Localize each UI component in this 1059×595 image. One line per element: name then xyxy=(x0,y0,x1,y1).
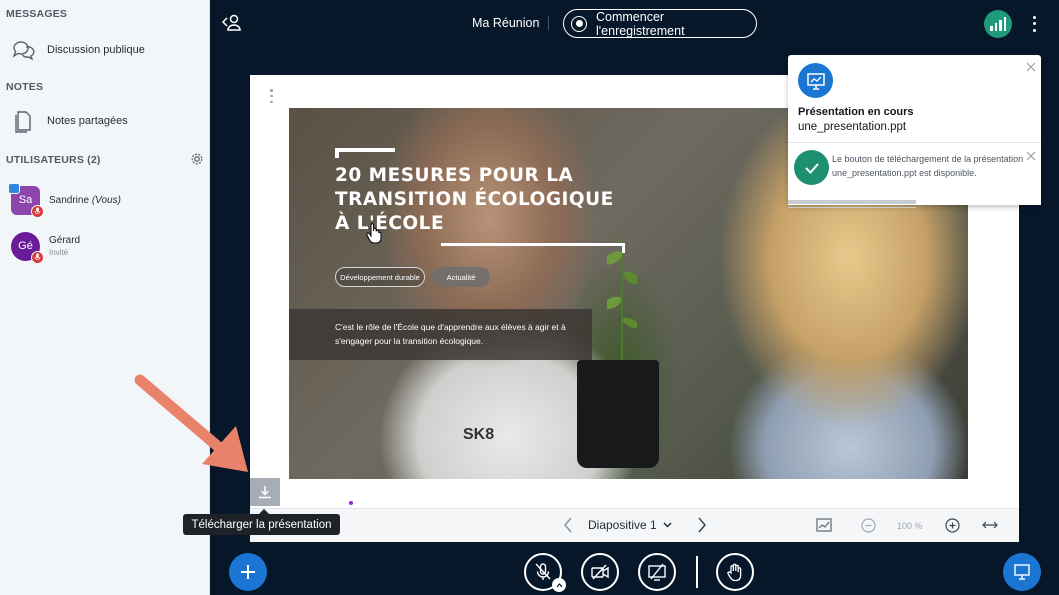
toast-progress-bar xyxy=(788,200,916,204)
audio-options-icon[interactable] xyxy=(552,578,566,592)
chat-icon xyxy=(10,37,36,63)
close-icon[interactable] xyxy=(1026,59,1036,72)
presenter-badge-icon xyxy=(8,182,20,194)
decor-line xyxy=(441,243,625,246)
user-name: Gérard xyxy=(49,235,81,246)
avatar: Gé xyxy=(11,231,44,264)
user-list-item[interactable]: Gé Gérard Invité xyxy=(11,231,201,264)
decor-line xyxy=(335,148,339,158)
download-presentation-button[interactable] xyxy=(250,478,280,506)
fit-width-icon[interactable] xyxy=(982,517,998,533)
whiteboard-icon[interactable] xyxy=(816,517,832,533)
toast-title: Présentation en cours xyxy=(798,106,914,118)
plant-illustration xyxy=(607,238,637,368)
zoom-level: 100 % xyxy=(897,521,923,531)
raise-hand-button[interactable] xyxy=(716,553,754,591)
gear-icon[interactable] xyxy=(190,152,204,166)
user-list-toggle-icon[interactable] xyxy=(221,13,243,33)
avatar: Sa xyxy=(8,182,44,218)
document-icon xyxy=(10,108,36,134)
user-list-item[interactable]: Sa Sandrine (Vous) xyxy=(8,182,201,218)
user-name: Sandrine (Vous) xyxy=(49,194,121,206)
sidebar-item-label: Discussion publique xyxy=(47,44,145,56)
decor-line xyxy=(335,148,395,152)
slide-selector-label: Diapositive 1 xyxy=(588,518,657,532)
toast-progress-bar xyxy=(788,207,916,208)
record-label: Commencer l'enregistrement xyxy=(596,9,685,38)
restore-presentation-button[interactable] xyxy=(1003,553,1041,591)
presentation-icon xyxy=(798,63,833,98)
zoom-out-icon[interactable] xyxy=(860,517,876,533)
slide-tag: Développement durable xyxy=(335,267,425,287)
sidebar-item-public-chat[interactable]: Discussion publique xyxy=(10,36,200,64)
sidebar: MESSAGES Discussion publique NOTES Notes… xyxy=(0,0,210,595)
pointer-dot xyxy=(349,501,353,505)
toast-message: Le bouton de téléchargement de la présen… xyxy=(832,154,1024,178)
decor-line xyxy=(622,243,625,253)
notes-section-title: NOTES xyxy=(6,81,44,93)
more-options-icon[interactable] xyxy=(1031,14,1037,34)
shirt-text: SK8 xyxy=(463,426,495,443)
sidebar-item-label: Notes partagées xyxy=(47,115,128,127)
screenshare-off-icon xyxy=(648,563,666,581)
meeting-title: Ma Réunion xyxy=(472,16,540,30)
annotation-arrow xyxy=(134,374,248,472)
sidebar-item-shared-notes[interactable]: Notes partagées xyxy=(10,107,200,135)
muted-mic-icon xyxy=(31,204,44,218)
plant-pot xyxy=(577,360,659,468)
hand-icon xyxy=(727,563,742,582)
slide-caption: C'est le rôle de l'École que d'apprendre… xyxy=(289,309,592,360)
divider xyxy=(548,16,549,30)
toast-filename: une_presentation.ppt xyxy=(798,121,907,133)
download-tooltip: Télécharger la présentation xyxy=(183,509,340,535)
previous-slide-icon[interactable] xyxy=(560,517,576,533)
avatar-initials: Gé xyxy=(18,240,33,252)
close-icon[interactable] xyxy=(1026,148,1036,161)
signal-bars-icon xyxy=(990,26,993,31)
slide-tag: Actualité xyxy=(432,267,490,287)
muted-microphone-icon xyxy=(535,563,551,580)
presentation-toast: Présentation en cours une_presentation.p… xyxy=(788,55,1041,208)
download-available-toast: Le bouton de téléchargement de la présen… xyxy=(788,142,1041,208)
download-icon xyxy=(259,486,271,499)
messages-section-title: MESSAGES xyxy=(6,8,68,20)
chevron-down-icon xyxy=(663,522,672,528)
camera-off-icon xyxy=(591,564,609,580)
share-screen-button[interactable] xyxy=(638,553,676,591)
slide-selector[interactable]: Diapositive 1 xyxy=(588,518,672,532)
zoom-in-icon[interactable] xyxy=(944,517,960,533)
share-webcam-button[interactable] xyxy=(581,553,619,591)
presentation-menu-icon[interactable] xyxy=(270,89,274,103)
user-role: Invité xyxy=(49,248,69,257)
next-slide-icon[interactable] xyxy=(694,517,710,533)
connection-status-button[interactable] xyxy=(984,10,1012,38)
presentation-icon xyxy=(1014,564,1030,580)
hand-cursor-icon xyxy=(366,223,382,244)
users-section-title: UTILISATEURS (2) xyxy=(6,154,101,166)
actions-button[interactable] xyxy=(229,553,267,591)
start-recording-button[interactable]: Commencer l'enregistrement xyxy=(563,9,757,38)
muted-mic-icon xyxy=(31,250,44,264)
avatar-initials: Sa xyxy=(18,194,33,206)
record-icon xyxy=(571,15,587,32)
check-icon xyxy=(794,150,829,185)
plus-icon xyxy=(241,565,255,579)
divider xyxy=(696,556,698,588)
